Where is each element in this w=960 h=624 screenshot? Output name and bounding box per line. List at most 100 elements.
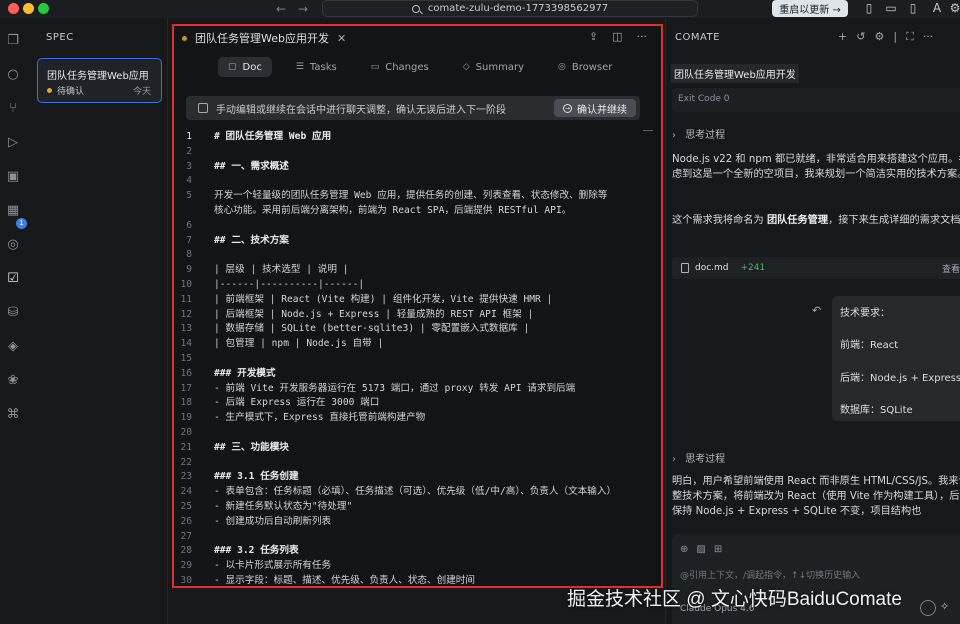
extensions-badge: 1 (16, 218, 27, 229)
line-text: 开发一个轻量级的团队任务管理 Web 应用，提供任务的创建、列表查看、状态修改、… (214, 190, 608, 216)
line-number: 23 (180, 471, 192, 483)
line-text: - 显示字段：标题、描述、优先级、负责人、状态、创建时间 (214, 574, 475, 586)
tab-browser-label: Browser (571, 61, 613, 73)
code-line: 15 (174, 352, 661, 367)
spec-checklist-icon[interactable]: ☑ (4, 270, 22, 288)
image-icon[interactable]: ▨ (696, 544, 705, 555)
line-number: 30 (180, 574, 192, 586)
layout-sidebar-icon[interactable]: ▯ (862, 1, 876, 15)
spec-card[interactable]: 团队任务管理Web应用 待确认 今天 (37, 58, 162, 103)
changes-icon: ▭ (370, 62, 380, 72)
file-change-card[interactable]: doc.md +241 查看 (672, 257, 960, 279)
remote-icon[interactable]: ▣ (4, 168, 22, 186)
line-text: | 层级 | 技术选型 | 说明 | (214, 264, 349, 276)
add-context-icon[interactable]: ⊕ (680, 544, 688, 555)
search-icon[interactable]: ○ (4, 66, 22, 84)
minimize-window-button[interactable] (23, 3, 34, 14)
tab-changes-label: Changes (385, 61, 429, 73)
more-actions-icon[interactable]: ··· (637, 30, 648, 43)
source-control-icon[interactable]: ⑂ (4, 100, 22, 118)
run-debug-icon[interactable]: ▷ (4, 134, 22, 152)
tab-doc[interactable]: ▢ Doc (218, 57, 272, 77)
user-line: 前端：React (840, 340, 899, 351)
thinking-toggle[interactable]: › 思考过程 (672, 126, 725, 141)
line-number: 16 (180, 367, 192, 379)
code-line: 24 - 表单包含：任务标题（必填）、任务描述（可选）、优先级（低/中/高）、负责… (174, 485, 661, 500)
layout-right-icon[interactable]: ▯ (906, 1, 920, 15)
files-icon[interactable]: ❐ (4, 32, 22, 50)
undo-icon[interactable]: ↶ (812, 304, 821, 317)
code-line: 8 (174, 248, 661, 263)
layout-panel-icon[interactable]: ▭ (884, 1, 898, 15)
gear-icon[interactable]: ⚙ (874, 30, 884, 44)
database-icon[interactable]: ⛁ (4, 304, 22, 322)
user-line: 数据库：SQLite (840, 405, 913, 416)
line-number: 6 (186, 219, 192, 231)
share-icon[interactable]: ⇪ (589, 30, 598, 43)
line-text: - 前端 Vite 开发服务器运行在 5173 端口，通过 proxy 转发 A… (214, 382, 576, 394)
view-file-link[interactable]: 查看 (942, 262, 960, 275)
line-text (214, 219, 614, 234)
close-window-button[interactable] (8, 3, 19, 14)
line-text: ## 三、功能模块 (214, 441, 289, 453)
user-line: 后端：Node.js + Express (840, 373, 960, 384)
watermark: 掘金技术社区 @ 文心快码BaiduComate (567, 589, 902, 610)
code-line: 23 ### 3.1 任务创建 (174, 470, 661, 485)
line-text: ### 3.1 任务创建 (214, 471, 299, 483)
tab-tasks[interactable]: ☰ Tasks (286, 57, 347, 77)
activity-bar: ❐ ○ ⑂ ▷ ▣ ▦ 1 ◎ ☑ ⛁ ◈ ❀ ⌘ (0, 18, 28, 624)
spec-card-title: 团队任务管理Web应用 (47, 71, 149, 82)
paw-icon[interactable]: ❀ (4, 372, 22, 390)
command-search-bar[interactable]: comate-zulu-demo-1773398562977 (322, 0, 698, 17)
layers-icon[interactable]: ◈ (4, 338, 22, 356)
confirm-notice-bar: 手动编辑或继续在会话中进行聊天调整，确认无误后进入下一阶段 → 确认并继续 (186, 96, 640, 120)
plugin-icon[interactable]: ⌘ (4, 406, 22, 424)
new-chat-icon[interactable]: + (838, 30, 847, 44)
expand-icon[interactable]: ⛶ (906, 30, 914, 44)
send-button[interactable] (920, 600, 936, 616)
line-number: 12 (180, 308, 192, 320)
chrome-icon[interactable]: ◎ (4, 236, 22, 254)
settings-gear-icon[interactable]: ⚙ (948, 1, 960, 15)
maximize-window-button[interactable] (38, 3, 49, 14)
code-line: 18 - 后端 Express 运行在 3000 端口 (174, 396, 661, 411)
code-area[interactable]: 1 # 团队任务管理 Web 应用 2 3 ## 一、需求概述 4 5 开发一个轻量级的团队任… (174, 130, 661, 586)
line-number: 2 (186, 145, 192, 157)
line-number: 20 (180, 426, 192, 438)
document-editor: 团队任务管理Web应用开发 ✕ ⇪ ◫ ··· ▢ Doc ☰ Tasks ▭ … (172, 24, 663, 588)
sparkle-icon[interactable]: ✧ (940, 600, 949, 613)
arrow-circle-icon: → (563, 103, 572, 113)
back-arrow-icon[interactable]: ← (276, 0, 286, 18)
line-number: 7 (186, 234, 192, 246)
tab-changes[interactable]: ▭ Changes (361, 57, 439, 77)
editor-file-tab[interactable]: 团队任务管理Web应用开发 ✕ (182, 30, 346, 46)
line-number: 3 (186, 160, 192, 172)
user-line: 技术要求： (840, 308, 890, 319)
line-text: - 表单包含：任务标题（必填）、任务描述（可选）、优先级（低/中/高）、负责人（… (214, 486, 617, 498)
font-settings-icon[interactable]: A (930, 1, 944, 15)
confirm-continue-button[interactable]: → 确认并继续 (554, 99, 636, 117)
code-line: 7 ## 二、技术方案 (174, 234, 661, 249)
tab-browser[interactable]: ◎ Browser (548, 57, 622, 77)
tab-summary[interactable]: ◇ Summary (453, 57, 534, 77)
history-icon[interactable]: ↺ (856, 30, 865, 44)
code-line: 17 - 前端 Vite 开发服务器运行在 5173 端口，通过 proxy 转发… (174, 382, 661, 397)
code-line: 13 | 数据存储 | SQLite (better-sqlite3) | 零配置… (174, 322, 661, 337)
thinking-toggle-2[interactable]: › 思考过程 (672, 450, 725, 465)
line-text: - 生产模式下，Express 直接托管前端构建产物 (214, 412, 426, 424)
spec-status-label: 待确认 (57, 87, 85, 97)
attach-icon[interactable]: ⊞ (714, 544, 722, 555)
session-title: 团队任务管理Web应用开发 (671, 64, 799, 83)
line-text: ## 二、技术方案 (214, 234, 289, 246)
forward-arrow-icon[interactable]: → (298, 0, 308, 18)
doc-icon: ▢ (228, 62, 237, 72)
tab-tasks-label: Tasks (309, 61, 337, 73)
more-icon[interactable]: ··· (923, 30, 934, 44)
line-text: | 数据存储 | SQLite (better-sqlite3) | 零配置嵌入… (214, 323, 530, 335)
close-tab-icon[interactable]: ✕ (337, 32, 346, 45)
line-text: - 创建成功后自动刷新列表 (214, 515, 332, 527)
code-line: 5 开发一个轻量级的团队任务管理 Web 应用，提供任务的创建、列表查看、状态修改… (174, 189, 661, 219)
split-editor-icon[interactable]: ◫ (612, 30, 622, 43)
spec-card-status: 待确认 (47, 84, 84, 97)
restart-to-update-button[interactable]: 重启以更新 → (772, 0, 848, 17)
